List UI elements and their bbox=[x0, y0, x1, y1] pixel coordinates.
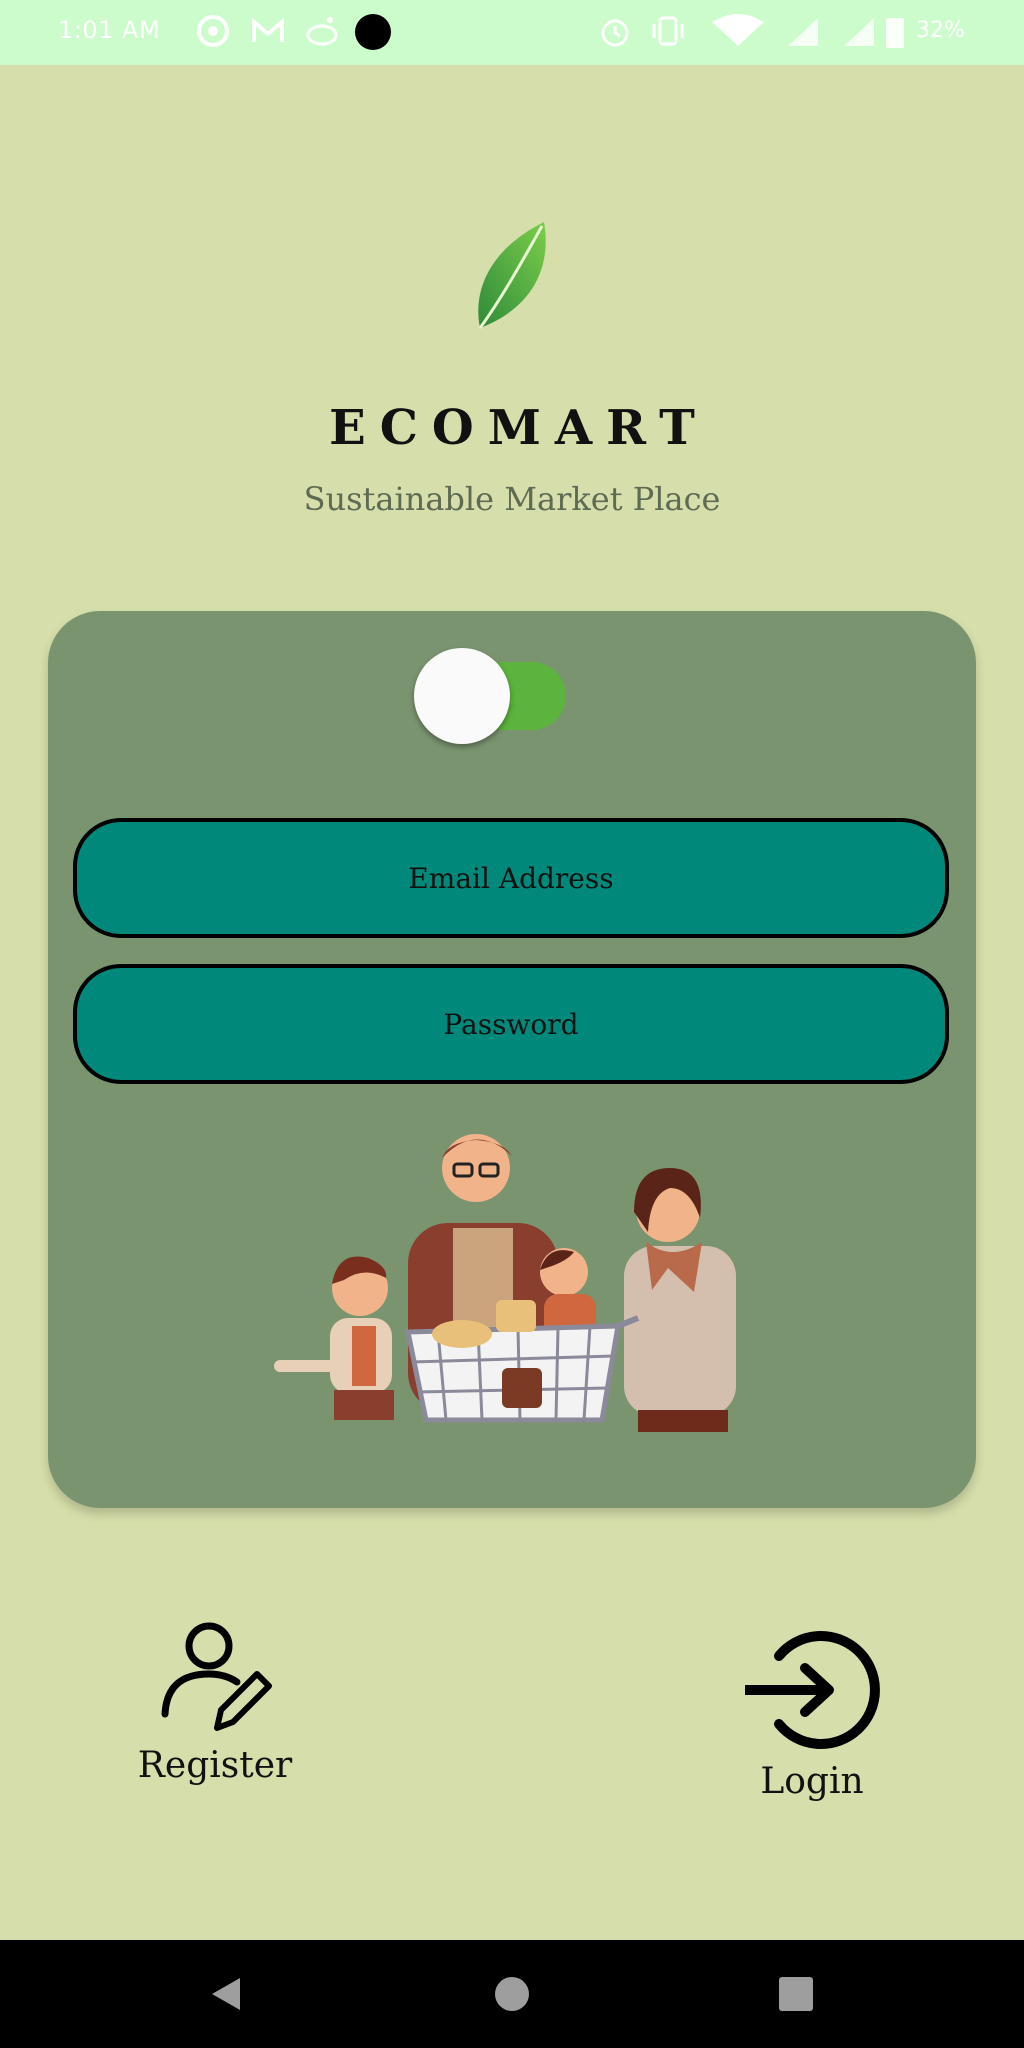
user-edit-icon bbox=[161, 1622, 272, 1731]
status-time: 1:01 AM bbox=[58, 16, 161, 44]
email-field[interactable]: Email Address bbox=[73, 818, 949, 938]
dot-icon bbox=[355, 14, 391, 50]
alarm-icon bbox=[601, 19, 629, 47]
battery-percentage: 32% bbox=[916, 18, 965, 43]
mode-toggle[interactable] bbox=[414, 648, 574, 748]
register-button[interactable]: Register bbox=[120, 1618, 310, 1786]
login-arrow-icon bbox=[745, 1631, 880, 1749]
app-name: ECOMART bbox=[329, 400, 709, 456]
leaf-icon bbox=[478, 222, 546, 329]
status-bar: 1:01 AM 32% bbox=[0, 0, 1024, 65]
battery-icon bbox=[886, 18, 904, 48]
back-icon[interactable] bbox=[206, 1974, 246, 2014]
signal-icon bbox=[788, 18, 874, 46]
toggle-thumb bbox=[414, 648, 510, 744]
login-label: Login bbox=[760, 1761, 864, 1802]
gmail-icon bbox=[252, 17, 284, 42]
register-label: Register bbox=[137, 1745, 293, 1786]
recent-apps-icon[interactable] bbox=[776, 1974, 816, 2014]
login-button[interactable]: Login bbox=[722, 1628, 902, 1802]
system-nav-bar bbox=[0, 1940, 1024, 2048]
family-shopping-illustration bbox=[274, 1134, 736, 1432]
password-field[interactable]: Password bbox=[73, 964, 949, 1084]
vibrate-icon bbox=[652, 16, 684, 46]
home-icon[interactable] bbox=[492, 1974, 532, 2014]
reddit-icon bbox=[306, 17, 338, 46]
app-tagline: Sustainable Market Place bbox=[303, 480, 721, 518]
email-placeholder: Email Address bbox=[408, 861, 614, 895]
chrome-icon bbox=[197, 15, 229, 47]
password-placeholder: Password bbox=[443, 1007, 579, 1041]
wifi-icon bbox=[712, 14, 764, 46]
